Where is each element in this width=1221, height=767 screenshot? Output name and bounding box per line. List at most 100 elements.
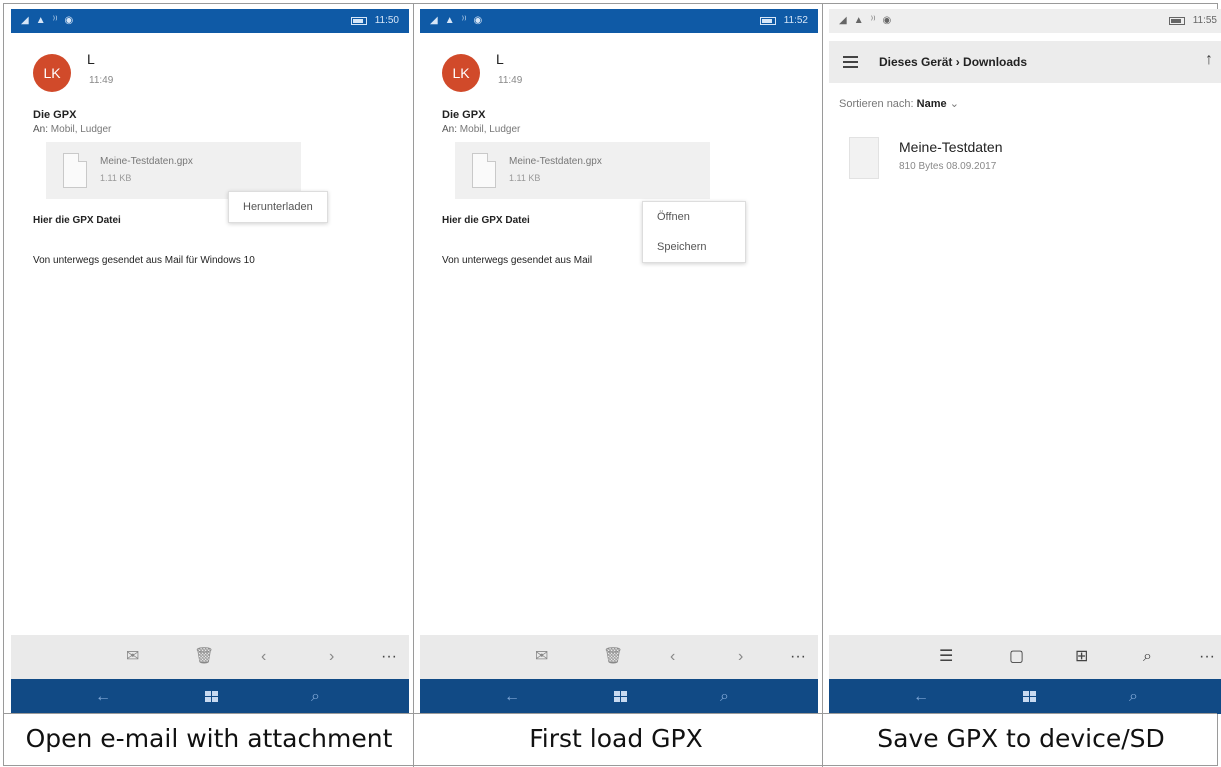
panel-file-explorer: ◢ ▲ ⁾⁾ ◉ 11:55 Dieses Gerät › Downloads ↑ S…	[829, 9, 1221, 714]
navigation-bar: ← ⌕	[420, 679, 818, 714]
hamburger-menu-icon[interactable]	[843, 56, 858, 68]
signal-icon: ◢	[21, 15, 29, 26]
mail-app-bar: ✉ 🗑 ‹ › ···	[420, 635, 818, 679]
more-icon[interactable]: ···	[381, 647, 397, 667]
attachment-size: 1.11 KB	[100, 173, 132, 183]
wifi-icon: ⁾⁾	[870, 15, 876, 26]
email-body-line-2: Von unterwegs gesendet aus Mail	[442, 255, 593, 266]
download-menu: Herunterladen	[228, 191, 328, 223]
caption-1: Open e-mail with attachment	[25, 724, 393, 753]
search-icon[interactable]: ⌕	[1143, 647, 1152, 667]
column-divider	[822, 4, 823, 767]
download-menu-item[interactable]: Herunterladen	[229, 192, 327, 222]
reply-icon[interactable]: ✉	[126, 647, 139, 667]
screenshot-grid: ◢ ▲ ⁾⁾ ◉ 11:50 LK L 11:49 Die GPX An: Mobil…	[3, 3, 1221, 767]
save-menu-item[interactable]: Speichern	[643, 232, 745, 262]
status-time: 11:52	[783, 15, 808, 26]
chevron-down-icon: ⌄	[949, 98, 959, 110]
previous-icon[interactable]: ‹	[670, 647, 675, 667]
sort-control[interactable]: Sortieren nach: Name ⌄	[839, 97, 959, 110]
email-time: 11:49	[498, 75, 523, 86]
status-bar: ◢ ▲ ⁾⁾ ◉ 11:55	[829, 9, 1221, 33]
warning-icon: ▲	[35, 15, 46, 26]
sender-name: L	[496, 51, 504, 67]
back-icon[interactable]: ←	[504, 687, 520, 707]
search-icon[interactable]: ⌕	[1129, 687, 1138, 707]
email-recipient: An: Mobil, Ludger	[33, 124, 111, 135]
windows-icon[interactable]	[1023, 691, 1036, 703]
search-icon[interactable]: ⌕	[311, 687, 320, 707]
delete-icon[interactable]: 🗑	[194, 647, 214, 667]
windows-icon[interactable]	[205, 691, 218, 703]
warning-icon: ▲	[853, 15, 864, 26]
explorer-header: Dieses Gerät › Downloads ↑	[829, 41, 1221, 83]
battery-icon	[1168, 16, 1185, 25]
explorer-app-bar: ☰ ▢ ⊞ ⌕ ···	[829, 635, 1221, 679]
attachment-name: Meine-Testdaten.gpx	[100, 156, 193, 167]
status-bar: ◢ ▲ ⁾⁾ ◉ 11:50	[11, 9, 409, 33]
wifi-icon: ⁾⁾	[52, 15, 58, 26]
file-icon	[472, 153, 496, 188]
file-icon	[849, 137, 879, 179]
to-label: An:	[33, 124, 49, 135]
file-name[interactable]: Meine-Testdaten	[899, 139, 1003, 155]
sort-value: Name	[916, 98, 947, 110]
sort-label: Sortieren nach:	[839, 98, 914, 110]
signal-icon: ◢	[430, 15, 438, 26]
sender-name: L	[87, 51, 95, 67]
next-icon[interactable]: ›	[738, 647, 743, 667]
avatar: LK	[442, 54, 480, 92]
email-body-line-1: Hier die GPX Datei	[33, 215, 121, 226]
reply-icon[interactable]: ✉	[535, 647, 548, 667]
panel-first-load: ◢ ▲ ⁾⁾ ◉ 11:52 LK L 11:49 Die GPX An: Mobil…	[420, 9, 818, 714]
battery-icon	[759, 16, 776, 25]
battery-icon	[350, 16, 367, 25]
email-recipient: An: Mobil, Ludger	[442, 124, 520, 135]
more-icon[interactable]: ···	[790, 647, 806, 667]
panel-open-email: ◢ ▲ ⁾⁾ ◉ 11:50 LK L 11:49 Die GPX An: Mobil…	[11, 9, 409, 714]
attachment-size: 1.11 KB	[509, 173, 541, 183]
open-menu-item[interactable]: Öffnen	[643, 202, 745, 232]
previous-icon[interactable]: ‹	[261, 647, 266, 667]
breadcrumb[interactable]: Dieses Gerät › Downloads	[879, 55, 1027, 69]
email-subject: Die GPX	[442, 109, 486, 121]
search-icon[interactable]: ⌕	[720, 687, 729, 707]
more-icon[interactable]: ···	[1199, 647, 1215, 667]
wifi-icon: ⁾⁾	[461, 15, 467, 26]
back-icon[interactable]: ←	[95, 687, 111, 707]
warning-icon: ▲	[444, 15, 455, 26]
navigation-bar: ← ⌕	[829, 679, 1221, 714]
caption-3: Save GPX to device/SD	[877, 724, 1165, 753]
mail-app-bar: ✉ 🗑 ‹ › ···	[11, 635, 409, 679]
new-folder-icon[interactable]: ▢	[1009, 647, 1024, 667]
location-icon: ◉	[64, 15, 74, 26]
column-divider	[413, 4, 414, 767]
status-bar: ◢ ▲ ⁾⁾ ◉ 11:52	[420, 9, 818, 33]
next-icon[interactable]: ›	[329, 647, 334, 667]
attachment-name: Meine-Testdaten.gpx	[509, 156, 602, 167]
open-save-menu: Öffnen Speichern	[642, 201, 746, 263]
file-meta: 810 Bytes 08.09.2017	[899, 161, 997, 172]
status-time: 11:50	[374, 15, 399, 26]
location-icon: ◉	[473, 15, 483, 26]
windows-icon[interactable]	[614, 691, 627, 703]
up-arrow-icon[interactable]: ↑	[1205, 51, 1213, 69]
delete-icon[interactable]: 🗑	[603, 647, 623, 667]
status-time: 11:55	[1192, 15, 1217, 26]
caption-divider	[4, 713, 1217, 714]
email-body-line-1: Hier die GPX Datei	[442, 215, 530, 226]
file-icon	[63, 153, 87, 188]
email-body-line-2: Von unterwegs gesendet aus Mail für Wind…	[33, 255, 255, 266]
to-value: Mobil, Ludger	[50, 124, 112, 135]
signal-icon: ◢	[839, 15, 847, 26]
to-value: Mobil, Ludger	[459, 124, 521, 135]
select-icon[interactable]: ☰	[939, 647, 953, 667]
attachment-tile[interactable]: Meine-Testdaten.gpx 1.11 KB	[455, 142, 710, 199]
location-icon: ◉	[882, 15, 892, 26]
avatar: LK	[33, 54, 71, 92]
caption-2: First load GPX	[529, 724, 703, 753]
to-label: An:	[442, 124, 458, 135]
back-icon[interactable]: ←	[913, 687, 929, 707]
email-subject: Die GPX	[33, 109, 77, 121]
view-icon[interactable]: ⊞	[1075, 647, 1088, 667]
